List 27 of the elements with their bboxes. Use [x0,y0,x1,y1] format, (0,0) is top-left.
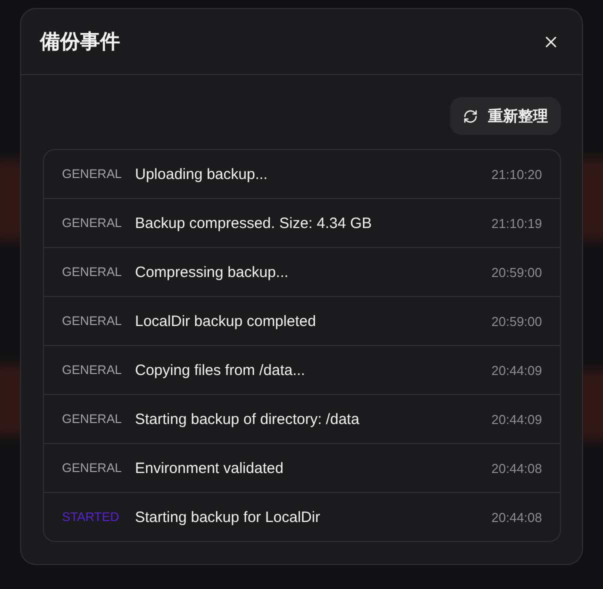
event-time: 20:44:09 [491,412,542,426]
event-message: Backup compressed. Size: 4.34 GB [135,214,373,232]
event-message: Starting backup of directory: /data [135,410,360,428]
event-type: GENERAL [62,216,123,230]
event-time: 20:44:08 [491,510,542,524]
event-message: Copying files from /data... [135,362,306,378]
event-message: Compressing backup... [135,264,290,280]
event-message: LocalDir backup completed [135,312,317,330]
event-type: STARTED [62,510,120,524]
event-time: 21:10:19 [491,216,542,230]
refresh-button[interactable]: 重新整理 [450,97,561,135]
event-type: GENERAL [62,461,123,475]
event-type: GENERAL [62,265,123,279]
event-time: 20:59:00 [491,314,542,328]
refresh-icon [463,108,478,124]
event-type: GENERAL [62,363,123,377]
event-time: 20:44:08 [491,460,542,476]
event-time: 20:44:09 [491,362,542,378]
event-message: Uploading backup... [135,166,269,182]
event-type: GENERAL [62,167,123,181]
event-message: Environment validated [135,460,284,476]
event-time: 20:59:00 [491,264,542,280]
dialog-title: 備份事件 [40,30,120,55]
event-type: GENERAL [62,314,123,328]
event-message: Starting backup for LocalDir [135,508,322,526]
event-type: GENERAL [62,412,123,426]
event-time: 21:10:20 [491,166,542,182]
